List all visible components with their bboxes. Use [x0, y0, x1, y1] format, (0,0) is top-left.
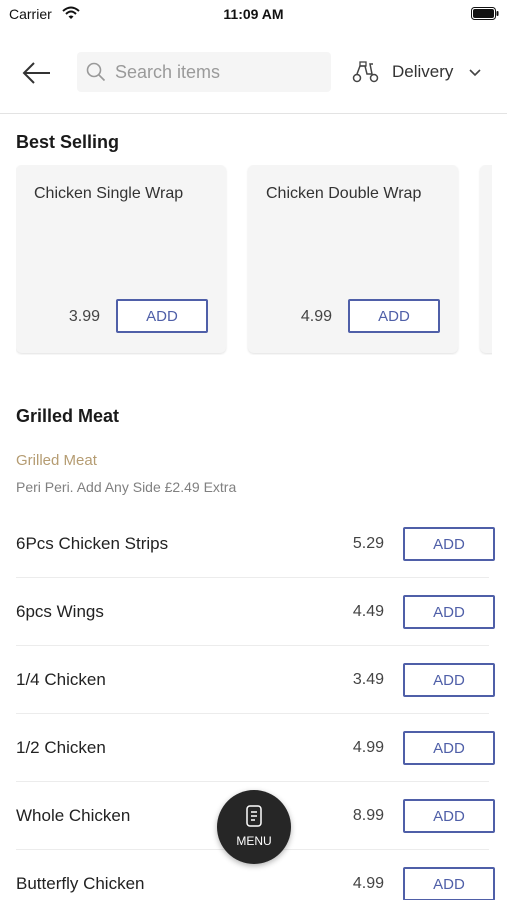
product-name: Chicken Double Wrap — [266, 185, 422, 202]
best-selling-carousel[interactable]: Chicken Single Wrap 3.99 ADD Chicken Dou… — [16, 165, 492, 355]
product-name: Chicken Single Wrap — [34, 185, 184, 202]
menu-button-label: MENU — [236, 834, 272, 848]
category-subtitle: Grilled Meat — [16, 452, 97, 469]
delivery-label: Delivery — [392, 62, 454, 81]
back-arrow-icon[interactable] — [20, 58, 54, 88]
item-price: 5.29 — [352, 535, 384, 552]
search-bar[interactable] — [77, 52, 331, 92]
add-button[interactable]: ADD — [403, 867, 495, 900]
search-icon — [86, 62, 106, 82]
status-bar: Carrier 11:09 AM — [0, 0, 507, 28]
product-price: 3.99 — [68, 308, 100, 325]
product-card[interactable]: Chicken Single Wrap 3.99 ADD — [16, 165, 226, 353]
add-button[interactable]: ADD — [116, 299, 208, 333]
item-name: 6Pcs Chicken Strips — [16, 534, 169, 553]
item-name: 1/4 Chicken — [16, 670, 106, 689]
category-description: Peri Peri. Add Any Side £2.49 Extra — [16, 479, 237, 495]
battery-icon — [471, 7, 499, 20]
product-card-partial[interactable] — [480, 165, 492, 353]
item-name: Butterfly Chicken — [16, 874, 145, 893]
add-button[interactable]: ADD — [403, 663, 495, 697]
item-price: 4.99 — [352, 875, 384, 892]
top-bar: Delivery — [0, 44, 507, 114]
add-button[interactable]: ADD — [403, 731, 495, 765]
chevron-down-icon — [469, 69, 481, 77]
item-price: 4.99 — [352, 739, 384, 756]
status-time: 11:09 AM — [223, 6, 284, 22]
product-card[interactable]: Chicken Double Wrap 4.99 ADD — [248, 165, 458, 353]
item-price: 8.99 — [352, 807, 384, 824]
grilled-meat-heading: Grilled Meat — [16, 406, 120, 426]
add-button[interactable]: ADD — [403, 799, 495, 833]
add-button[interactable]: ADD — [403, 595, 495, 629]
add-button[interactable]: ADD — [403, 527, 495, 561]
item-name: 6pcs Wings — [16, 602, 104, 621]
add-button[interactable]: ADD — [348, 299, 440, 333]
item-name: 1/2 Chicken — [16, 738, 106, 757]
product-price: 4.99 — [300, 308, 332, 325]
item-price: 4.49 — [352, 603, 384, 620]
item-name: Whole Chicken — [16, 806, 131, 825]
search-input[interactable] — [115, 52, 325, 92]
menu-item-row[interactable]: 6pcs Wings 4.49 ADD — [0, 578, 507, 646]
scooter-icon — [352, 61, 379, 83]
item-price: 3.49 — [352, 671, 384, 688]
best-selling-heading: Best Selling — [16, 132, 120, 152]
delivery-mode-selector[interactable]: Delivery — [352, 56, 492, 88]
menu-item-row[interactable]: 1/2 Chicken 4.99 ADD — [0, 714, 507, 782]
menu-floating-button[interactable]: MENU — [217, 790, 291, 864]
menu-item-row[interactable]: 6Pcs Chicken Strips 5.29 ADD — [0, 510, 507, 578]
menu-icon — [246, 805, 262, 827]
menu-item-row[interactable]: 1/4 Chicken 3.49 ADD — [0, 646, 507, 714]
